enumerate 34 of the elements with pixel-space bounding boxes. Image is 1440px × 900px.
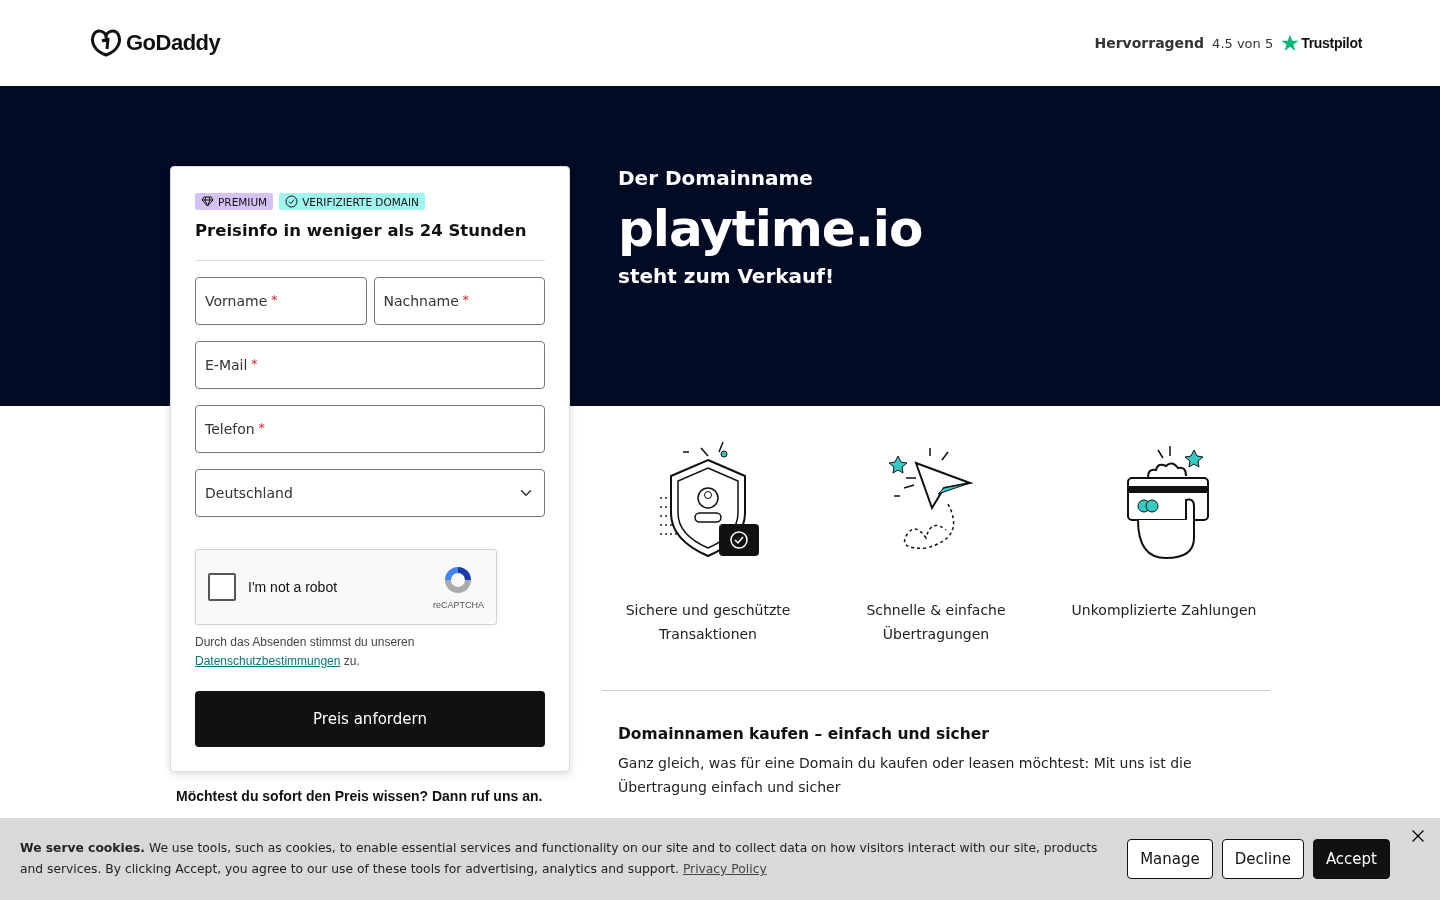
captcha-label: I'm not a robot [248, 579, 339, 595]
logo-icon [90, 29, 122, 57]
star-icon [1281, 34, 1300, 52]
recaptcha-text: reCAPTCHA [433, 600, 484, 610]
trustpilot-logo: Trustpilot [1301, 35, 1362, 51]
feature-label: Unkomplizierte Zahlungen [1071, 601, 1257, 620]
input-field[interactable]: Vorname * [195, 277, 367, 325]
privacy-link[interactable]: Datenschutzbestimmungen [195, 654, 341, 668]
cookie-button[interactable]: Manage [1127, 839, 1213, 879]
feature-label: Schnelle & einfache Übertragungen [865, 601, 1007, 644]
section-title: Domainnamen kaufen – einfach und sicher [618, 725, 990, 743]
badge: PREMIUM [195, 193, 274, 210]
input-field[interactable]: Telefon * [195, 405, 545, 453]
consent-text: Durch das Absenden stimmst du unseren Datenschutzbestimmungen zu. [195, 634, 416, 670]
call-prompt: Möchtest du sofort den Preis wissen? Dann ruf uns an. [176, 787, 544, 806]
logo-text: GoDaddy [126, 30, 221, 56]
cookie-button[interactable]: Accept [1312, 839, 1390, 879]
captcha-checkbox[interactable] [208, 573, 236, 601]
privacy-policy-link[interactable]: Privacy Policy [682, 862, 767, 876]
submit-button[interactable]: Preis anfordern [195, 691, 545, 747]
rating-score: 4.5 von 5 [1212, 35, 1274, 51]
section-text: Ganz gleich, was für eine Domain du kaufen oder leasen möchtest: Mit uns ist die Übertragung einfach und sicher [618, 754, 1193, 797]
cookie-text: We serve cookies. We use tools, such as cookies, to enable essential services and functionality on our site and to collect data on how visitors interact with our site, products and services. By clicking Accept, you agree to our use of these tools for advertising, analytics and support. Privacy Policy [20, 840, 1099, 878]
input-field[interactable]: E-Mail * [195, 341, 545, 389]
feature-label: Sichere und geschützte Transaktionen [624, 601, 792, 644]
hero-intro: Der Domainname [618, 166, 814, 190]
domain-name: playtime.io [618, 200, 924, 258]
input-field[interactable]: Nachname * [373, 277, 545, 325]
rating-label: Hervorragend [1094, 35, 1205, 51]
cookie-button[interactable]: Decline [1221, 839, 1304, 879]
form-title: Preisinfo in weniger als 24 Stunden [195, 220, 528, 242]
country-select[interactable]: Deutschland [195, 469, 545, 517]
badge: VERIFIZIERTE DOMAIN [279, 193, 425, 210]
hero-tagline: steht zum Verkauf! [618, 264, 836, 288]
